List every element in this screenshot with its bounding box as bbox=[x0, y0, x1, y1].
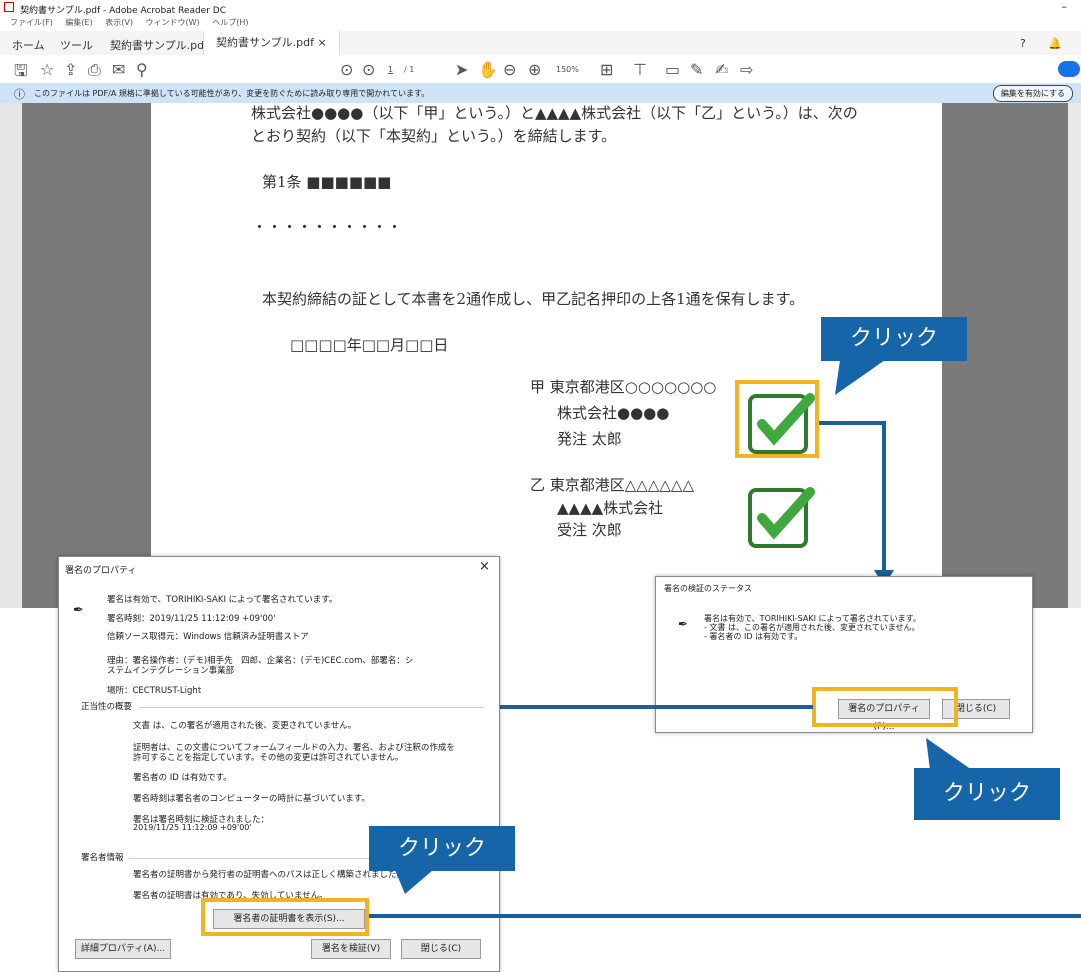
menu-window[interactable]: ウィンドウ(W) bbox=[146, 18, 200, 27]
doc-line-2: とおり契約（以下「本契約」という。）を締結します。 bbox=[251, 127, 617, 145]
read-mode-icon[interactable]: ⊤ bbox=[633, 60, 647, 79]
click-callout-2: クリック bbox=[914, 768, 1060, 820]
bell-icon[interactable]: 🔔 bbox=[1048, 37, 1062, 50]
verify-signature-button[interactable]: 署名を検証(V) bbox=[311, 939, 391, 959]
highlight-box bbox=[735, 380, 819, 458]
click-callout-1: クリック bbox=[821, 317, 967, 361]
title-bar: 契約書サンプル.pdf - Adobe Acrobat Reader DC – bbox=[0, 0, 1081, 17]
connector-line bbox=[369, 914, 1081, 918]
menu-bar: ファイル(F) 編集(E) 表示(V) ウィンドウ(W) ヘルプ(H) bbox=[0, 17, 1081, 31]
signature-icon: ✒ bbox=[73, 603, 84, 618]
acrobat-icon bbox=[4, 2, 14, 12]
menu-edit[interactable]: 編集(E) bbox=[65, 18, 92, 27]
dialog-title: 署名の検証のステータス bbox=[664, 584, 752, 593]
tab-document-2[interactable]: 契約書サンプル.pdf × bbox=[203, 31, 340, 55]
party-a-name: 発注 太郎 bbox=[557, 430, 622, 448]
callout-tail-1 bbox=[835, 360, 885, 395]
close-button[interactable]: 閉じる(C) bbox=[401, 939, 481, 959]
party-b-company: ▲▲▲▲株式会社 bbox=[557, 499, 664, 517]
search-icon[interactable]: ⚲ bbox=[136, 60, 148, 79]
tab-tools[interactable]: ツール bbox=[60, 37, 93, 53]
page-total: / 1 bbox=[404, 65, 415, 74]
hand-icon[interactable]: ✋ bbox=[478, 60, 498, 79]
tab-document-1[interactable]: 契約書サンプル.pdf bbox=[110, 37, 208, 53]
doc-date: □□□□年□□月□□日 bbox=[290, 336, 449, 354]
signed-time: 署名時刻：2019/11/25 11:12:09 +09'00' bbox=[107, 614, 276, 624]
connector-line bbox=[882, 421, 886, 575]
toolbar: 🖫 ☆ ⇪ ⎙ ✉ ⚲ ⊙ ⊙ 1 / 1 ➤ ✋ ⊖ ⊕ 150% ⊞ ⊤ ▭… bbox=[0, 55, 1081, 84]
signer-header: 署名者情報 bbox=[81, 853, 124, 863]
page-up-icon[interactable]: ⊙ bbox=[340, 60, 353, 79]
party-a-address: 甲 東京都港区○○○○○○○ bbox=[530, 378, 717, 396]
validity-header: 正当性の概要 bbox=[81, 702, 133, 712]
dialog-title: 署名のプロパティ bbox=[65, 566, 137, 576]
minimize-icon[interactable]: – bbox=[1062, 0, 1068, 13]
account-icon[interactable] bbox=[1058, 61, 1080, 77]
party-b-address: 乙 東京都港区△△△△△△ bbox=[530, 476, 694, 494]
doc-dots: ・・・・・・・・・・ bbox=[252, 218, 403, 236]
divider bbox=[139, 707, 484, 708]
reason-line-2: ステムインテグレーション事業部 bbox=[107, 666, 235, 676]
info-bar: ⓘ このファイルは PDF/A 規格に準拠している可能性があり、変更を防ぐために… bbox=[0, 83, 1081, 103]
party-b-name: 受注 次郎 bbox=[557, 521, 622, 539]
menu-view[interactable]: 表示(V) bbox=[105, 18, 133, 27]
page-input[interactable]: 1 bbox=[388, 65, 393, 74]
doc-line-1: 株式会社●●●●（以下「甲」という。）と▲▲▲▲株式会社（以下「乙」という。）は… bbox=[251, 104, 858, 122]
trust-source: 信頼ソース取得元：Windows 信頼済み証明書ストア bbox=[107, 632, 309, 642]
validity-line-7: 2019/11/25 11:12:09 +09'00' bbox=[133, 823, 252, 832]
signature-icon: ✒ bbox=[678, 617, 689, 631]
zoom-in-icon[interactable]: ⊕ bbox=[528, 60, 541, 79]
location: 場所：CECTRUST-Light bbox=[107, 686, 202, 696]
comment-icon[interactable]: ▭ bbox=[665, 60, 680, 79]
close-icon[interactable]: × bbox=[479, 559, 490, 574]
sign-icon[interactable]: ✍ bbox=[715, 60, 728, 79]
upload-icon[interactable]: ⇪ bbox=[64, 60, 77, 79]
tab-bar: ホーム ツール 契約書サンプル.pdf 契約書サンプル.pdf × ? 🔔 bbox=[0, 31, 1081, 56]
validity-line-3: 許可することを指定しています。その他の変更は許可されていません。 bbox=[133, 753, 404, 763]
highlight-box bbox=[201, 898, 369, 936]
menu-help[interactable]: ヘルプ(H) bbox=[212, 18, 248, 27]
highlight-icon[interactable]: ✎ bbox=[690, 60, 703, 79]
doc-closing: 本契約締結の証として本書を2通作成し、甲乙記名押印の上各1通を保有します。 bbox=[262, 290, 805, 308]
menu-file[interactable]: ファイル(F) bbox=[10, 18, 53, 27]
doc-article: 第1条 ■■■■■■ bbox=[262, 173, 392, 191]
help-icon[interactable]: ? bbox=[1020, 37, 1026, 50]
info-text: このファイルは PDF/A 規格に準拠している可能性があり、変更を防ぐために読み… bbox=[34, 89, 430, 98]
highlight-box bbox=[812, 687, 958, 727]
click-callout-3: クリック bbox=[369, 826, 515, 871]
fit-icon[interactable]: ⊞ bbox=[600, 60, 613, 79]
status-line-3: - 署名者の ID は有効です。 bbox=[704, 632, 803, 641]
print-icon[interactable]: ⎙ bbox=[88, 60, 101, 80]
validity-line-1: 文書 は、この署名が適用された後、変更されていません。 bbox=[133, 721, 357, 731]
scrollbar[interactable] bbox=[1068, 103, 1081, 608]
left-panel-toggle[interactable] bbox=[0, 103, 22, 608]
share-icon[interactable]: ⇨ bbox=[740, 60, 753, 79]
callout-tail-2 bbox=[926, 738, 972, 770]
validity-line-5: 署名時刻は署名者のコンピューターの時計に基づいています。 bbox=[133, 794, 370, 804]
zoom-out-icon[interactable]: ⊖ bbox=[503, 60, 516, 79]
connector-line bbox=[468, 705, 813, 709]
signer-line-1: 署名者の証明書から発行者の証明書へのパスは正しく構築されました。 bbox=[133, 870, 406, 880]
party-a-company: 株式会社●●●● bbox=[557, 404, 670, 422]
mail-icon[interactable]: ✉ bbox=[112, 60, 125, 79]
star-icon[interactable]: ☆ bbox=[40, 60, 54, 79]
window-title: 契約書サンプル.pdf - Adobe Acrobat Reader DC bbox=[20, 6, 226, 16]
connector-line bbox=[819, 421, 885, 425]
advanced-properties-button[interactable]: 詳細プロパティ(A)... bbox=[75, 939, 171, 959]
validity-line-4: 署名者の ID は有効です。 bbox=[133, 773, 232, 783]
signature-valid-icon-b[interactable] bbox=[748, 487, 815, 548]
zoom-select[interactable]: 150% bbox=[556, 65, 579, 74]
tab-home[interactable]: ホーム bbox=[12, 37, 45, 53]
signed-by: 署名は有効で、TORIHIKI-SAKI によって署名されています。 bbox=[107, 595, 338, 605]
enable-editing-button[interactable]: 編集を有効にする bbox=[992, 85, 1073, 102]
info-icon: ⓘ bbox=[14, 88, 25, 101]
page-down-icon[interactable]: ⊙ bbox=[362, 60, 375, 79]
callout-tail-3 bbox=[395, 870, 433, 894]
select-icon[interactable]: ➤ bbox=[455, 60, 468, 79]
